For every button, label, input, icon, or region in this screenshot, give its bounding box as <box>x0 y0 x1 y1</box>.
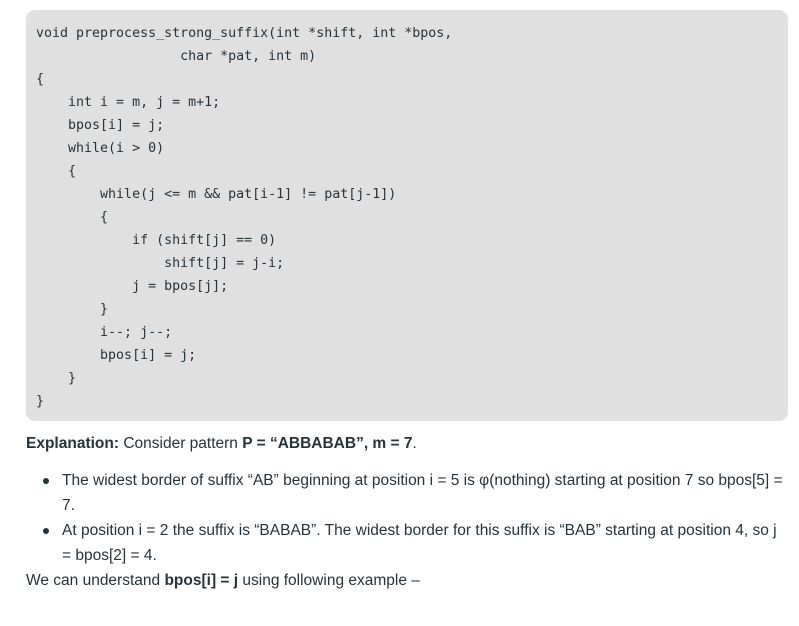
list-item: At position i = 2 the suffix is “BABAB”.… <box>43 518 786 568</box>
code-line: } <box>36 394 45 409</box>
code-line: shift[j] = j-i; <box>36 256 285 271</box>
code-line: i--; j--; <box>36 325 173 340</box>
code-block: void preprocess_strong_suffix(int *shift… <box>26 10 788 421</box>
code-line: j = bpos[j]; <box>36 279 229 294</box>
explanation-period: . <box>412 435 417 452</box>
closing-text: We can understand <box>26 572 165 589</box>
list-item: The widest border of suffix “AB” beginni… <box>43 468 786 518</box>
bullet-text: At position i = 2 the suffix is “BABAB”.… <box>62 522 777 564</box>
code-line: if (shift[j] == 0) <box>36 233 277 248</box>
code-line: int i = m, j = m+1; <box>36 95 221 110</box>
bullet-list: The widest border of suffix “AB” beginni… <box>26 468 786 568</box>
code-line: { <box>36 210 109 225</box>
code-line: char *pat, int m) <box>36 49 317 64</box>
code-line: void preprocess_strong_suffix(int *shift… <box>36 26 453 41</box>
code-line: } <box>36 302 109 317</box>
closing-text-end: using following example – <box>238 572 420 589</box>
explanation-text: Consider pattern <box>119 435 243 452</box>
code-line: } <box>36 371 77 386</box>
bullet-dot-icon <box>43 528 49 534</box>
explanation-paragraph: Explanation: Consider pattern P = “ABBAB… <box>26 432 786 456</box>
code-line: bpos[i] = j; <box>36 118 165 133</box>
code-line: bpos[i] = j; <box>36 348 197 363</box>
code-line: while(j <= m && pat[i-1] != pat[j-1]) <box>36 187 397 202</box>
bullet-dot-icon <box>43 478 49 484</box>
explanation-label: Explanation: <box>26 435 120 452</box>
code-line: while(i > 0) <box>36 141 165 156</box>
code-line: { <box>36 72 45 87</box>
closing-emphasis: bpos[i] = j <box>164 572 239 589</box>
closing-paragraph: We can understand bpos[i] = j using foll… <box>26 569 786 593</box>
code-line: { <box>36 164 77 179</box>
explanation-pattern: P = “ABBABAB”, m = 7 <box>242 435 413 452</box>
bullet-text: The widest border of suffix “AB” beginni… <box>62 472 783 514</box>
